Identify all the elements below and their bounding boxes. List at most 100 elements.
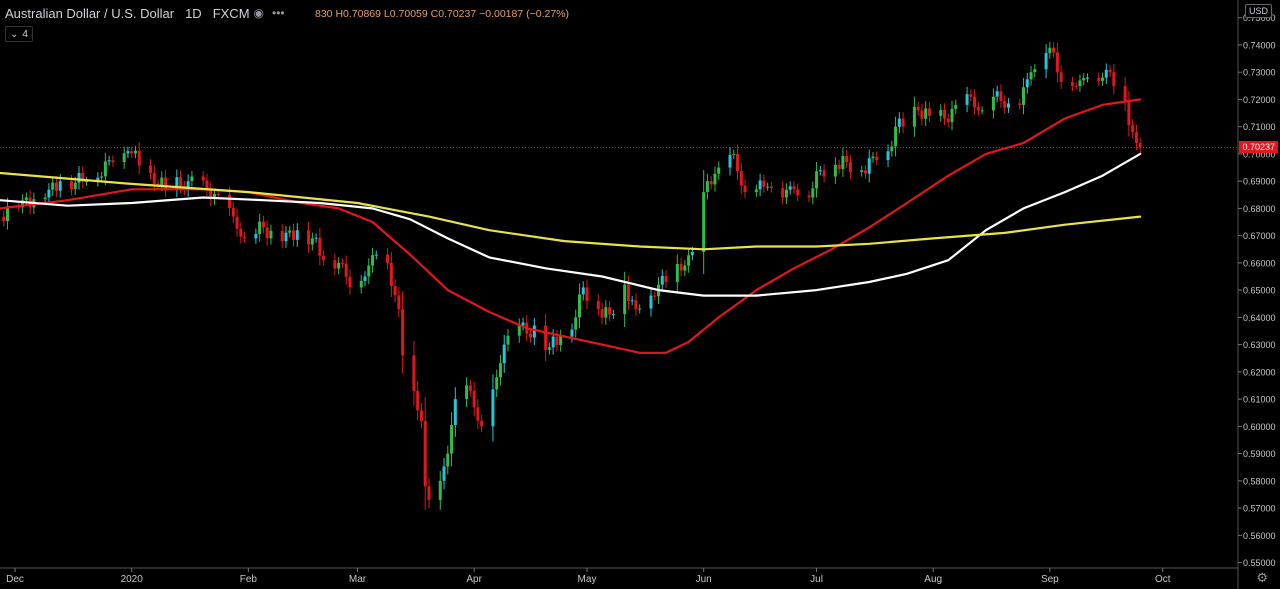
candle-body bbox=[581, 287, 585, 295]
candle-body bbox=[389, 262, 393, 287]
candle-body bbox=[438, 480, 442, 500]
candle-body bbox=[728, 154, 732, 168]
exchange-label: FXCM bbox=[212, 5, 250, 21]
candle-body bbox=[942, 110, 946, 119]
y-tick-label: 0.59000 bbox=[1243, 449, 1276, 459]
candle-body bbox=[1006, 103, 1010, 108]
candle-body bbox=[269, 230, 273, 239]
candle-body bbox=[344, 263, 348, 277]
high-value: H0.70869 bbox=[335, 8, 381, 20]
y-tick-label: 0.55000 bbox=[1243, 558, 1276, 568]
candle-body bbox=[969, 94, 973, 97]
symbol-name[interactable]: Australian Dollar / U.S. Dollar bbox=[5, 6, 174, 21]
candle-body bbox=[427, 486, 431, 500]
candle-body bbox=[69, 181, 73, 189]
candle-body bbox=[450, 424, 454, 454]
candle-body bbox=[1074, 85, 1078, 87]
candle-body bbox=[766, 186, 770, 188]
candle-body bbox=[401, 309, 405, 356]
y-tick-label: 0.62000 bbox=[1243, 367, 1276, 377]
candle-body bbox=[254, 233, 258, 239]
x-tick-label: May bbox=[578, 574, 597, 585]
x-tick-label: Mar bbox=[349, 574, 367, 585]
candle-body bbox=[243, 236, 247, 239]
y-tick-label: 0.64000 bbox=[1243, 313, 1276, 323]
y-tick-label: 0.61000 bbox=[1243, 395, 1276, 405]
candle-body bbox=[664, 275, 668, 282]
candle-body bbox=[340, 262, 344, 264]
indicators-toggle[interactable]: ⌄ 4 bbox=[5, 26, 33, 42]
candle-body bbox=[848, 162, 852, 173]
candle-body bbox=[863, 170, 867, 174]
candle-body bbox=[758, 180, 762, 190]
x-tick-label: Oct bbox=[1155, 574, 1171, 585]
currency-label[interactable]: USD bbox=[1244, 4, 1272, 18]
x-tick-label: Jul bbox=[810, 574, 823, 585]
candle-body bbox=[1138, 143, 1142, 148]
candle-body bbox=[476, 407, 480, 421]
y-tick-label: 0.63000 bbox=[1243, 340, 1276, 350]
candle-body bbox=[416, 390, 420, 411]
candle-body bbox=[261, 221, 265, 228]
x-tick-label: Apr bbox=[466, 574, 482, 585]
candle-body bbox=[781, 188, 785, 198]
candle-body bbox=[498, 363, 502, 378]
candle-body bbox=[307, 230, 311, 245]
x-tick-label: Sep bbox=[1041, 574, 1059, 585]
candle-body bbox=[265, 227, 269, 239]
candle-body bbox=[318, 237, 322, 256]
candle-body bbox=[386, 254, 390, 263]
candle-body bbox=[927, 108, 931, 116]
candle-body bbox=[950, 108, 954, 123]
candle-body bbox=[239, 228, 243, 237]
candle-body bbox=[517, 325, 521, 336]
candle-body bbox=[946, 118, 950, 123]
more-dots-icon[interactable]: ••• bbox=[272, 6, 285, 20]
candle-body bbox=[179, 177, 183, 187]
candle-body bbox=[841, 155, 845, 169]
candle-body bbox=[739, 170, 743, 186]
candle-body bbox=[77, 173, 81, 183]
candle-body bbox=[871, 156, 875, 159]
candle-body bbox=[544, 325, 548, 350]
change-value: −0.00187 (−0.27%) bbox=[479, 8, 570, 20]
candle-body bbox=[976, 107, 980, 111]
candle-body bbox=[412, 355, 416, 391]
candle-body bbox=[577, 294, 581, 318]
candle-body bbox=[258, 221, 262, 234]
candle-body bbox=[604, 307, 608, 318]
candle-body bbox=[107, 160, 111, 162]
interval-label[interactable]: 1D bbox=[185, 6, 202, 21]
x-tick-label: Aug bbox=[924, 574, 942, 585]
candle-body bbox=[371, 255, 375, 266]
candle-body bbox=[634, 300, 638, 310]
candle-body bbox=[480, 420, 484, 427]
candle-body bbox=[126, 151, 130, 154]
candle-body bbox=[130, 151, 134, 154]
candle-body bbox=[702, 192, 706, 252]
ohlc-values: 830 H0.70869 L0.70059 C0.70237 −0.00187 … bbox=[315, 8, 569, 20]
chart-legend-header: Australian Dollar / U.S. Dollar 1D FXCM … bbox=[0, 3, 295, 23]
chart-background bbox=[0, 0, 1280, 589]
candle-body bbox=[1127, 102, 1131, 126]
eye-icon[interactable]: ◉ bbox=[254, 6, 264, 20]
gear-icon[interactable]: ⚙ bbox=[1256, 570, 1268, 586]
price-chart[interactable]: 0.55000 0.56000 0.57000 0.58000 0.59000 0.600… bbox=[0, 0, 1280, 589]
candle-body bbox=[228, 194, 232, 208]
candle-body bbox=[1003, 100, 1007, 108]
candle-body bbox=[845, 155, 849, 163]
close-value: C0.70237 bbox=[430, 8, 477, 20]
candle-body bbox=[611, 314, 615, 316]
candle-body bbox=[623, 284, 627, 315]
candle-body bbox=[784, 189, 788, 198]
y-tick-label: 0.57000 bbox=[1243, 504, 1276, 514]
candle-body bbox=[337, 262, 341, 269]
y-tick-label: 0.72000 bbox=[1243, 95, 1276, 105]
candle-body bbox=[152, 172, 156, 184]
candle-body bbox=[397, 295, 401, 310]
candle-body bbox=[965, 94, 969, 105]
candle-body bbox=[190, 176, 194, 182]
y-tick-label: 0.69000 bbox=[1243, 177, 1276, 187]
candle-body bbox=[1097, 77, 1101, 81]
y-tick-label: 0.60000 bbox=[1243, 422, 1276, 432]
